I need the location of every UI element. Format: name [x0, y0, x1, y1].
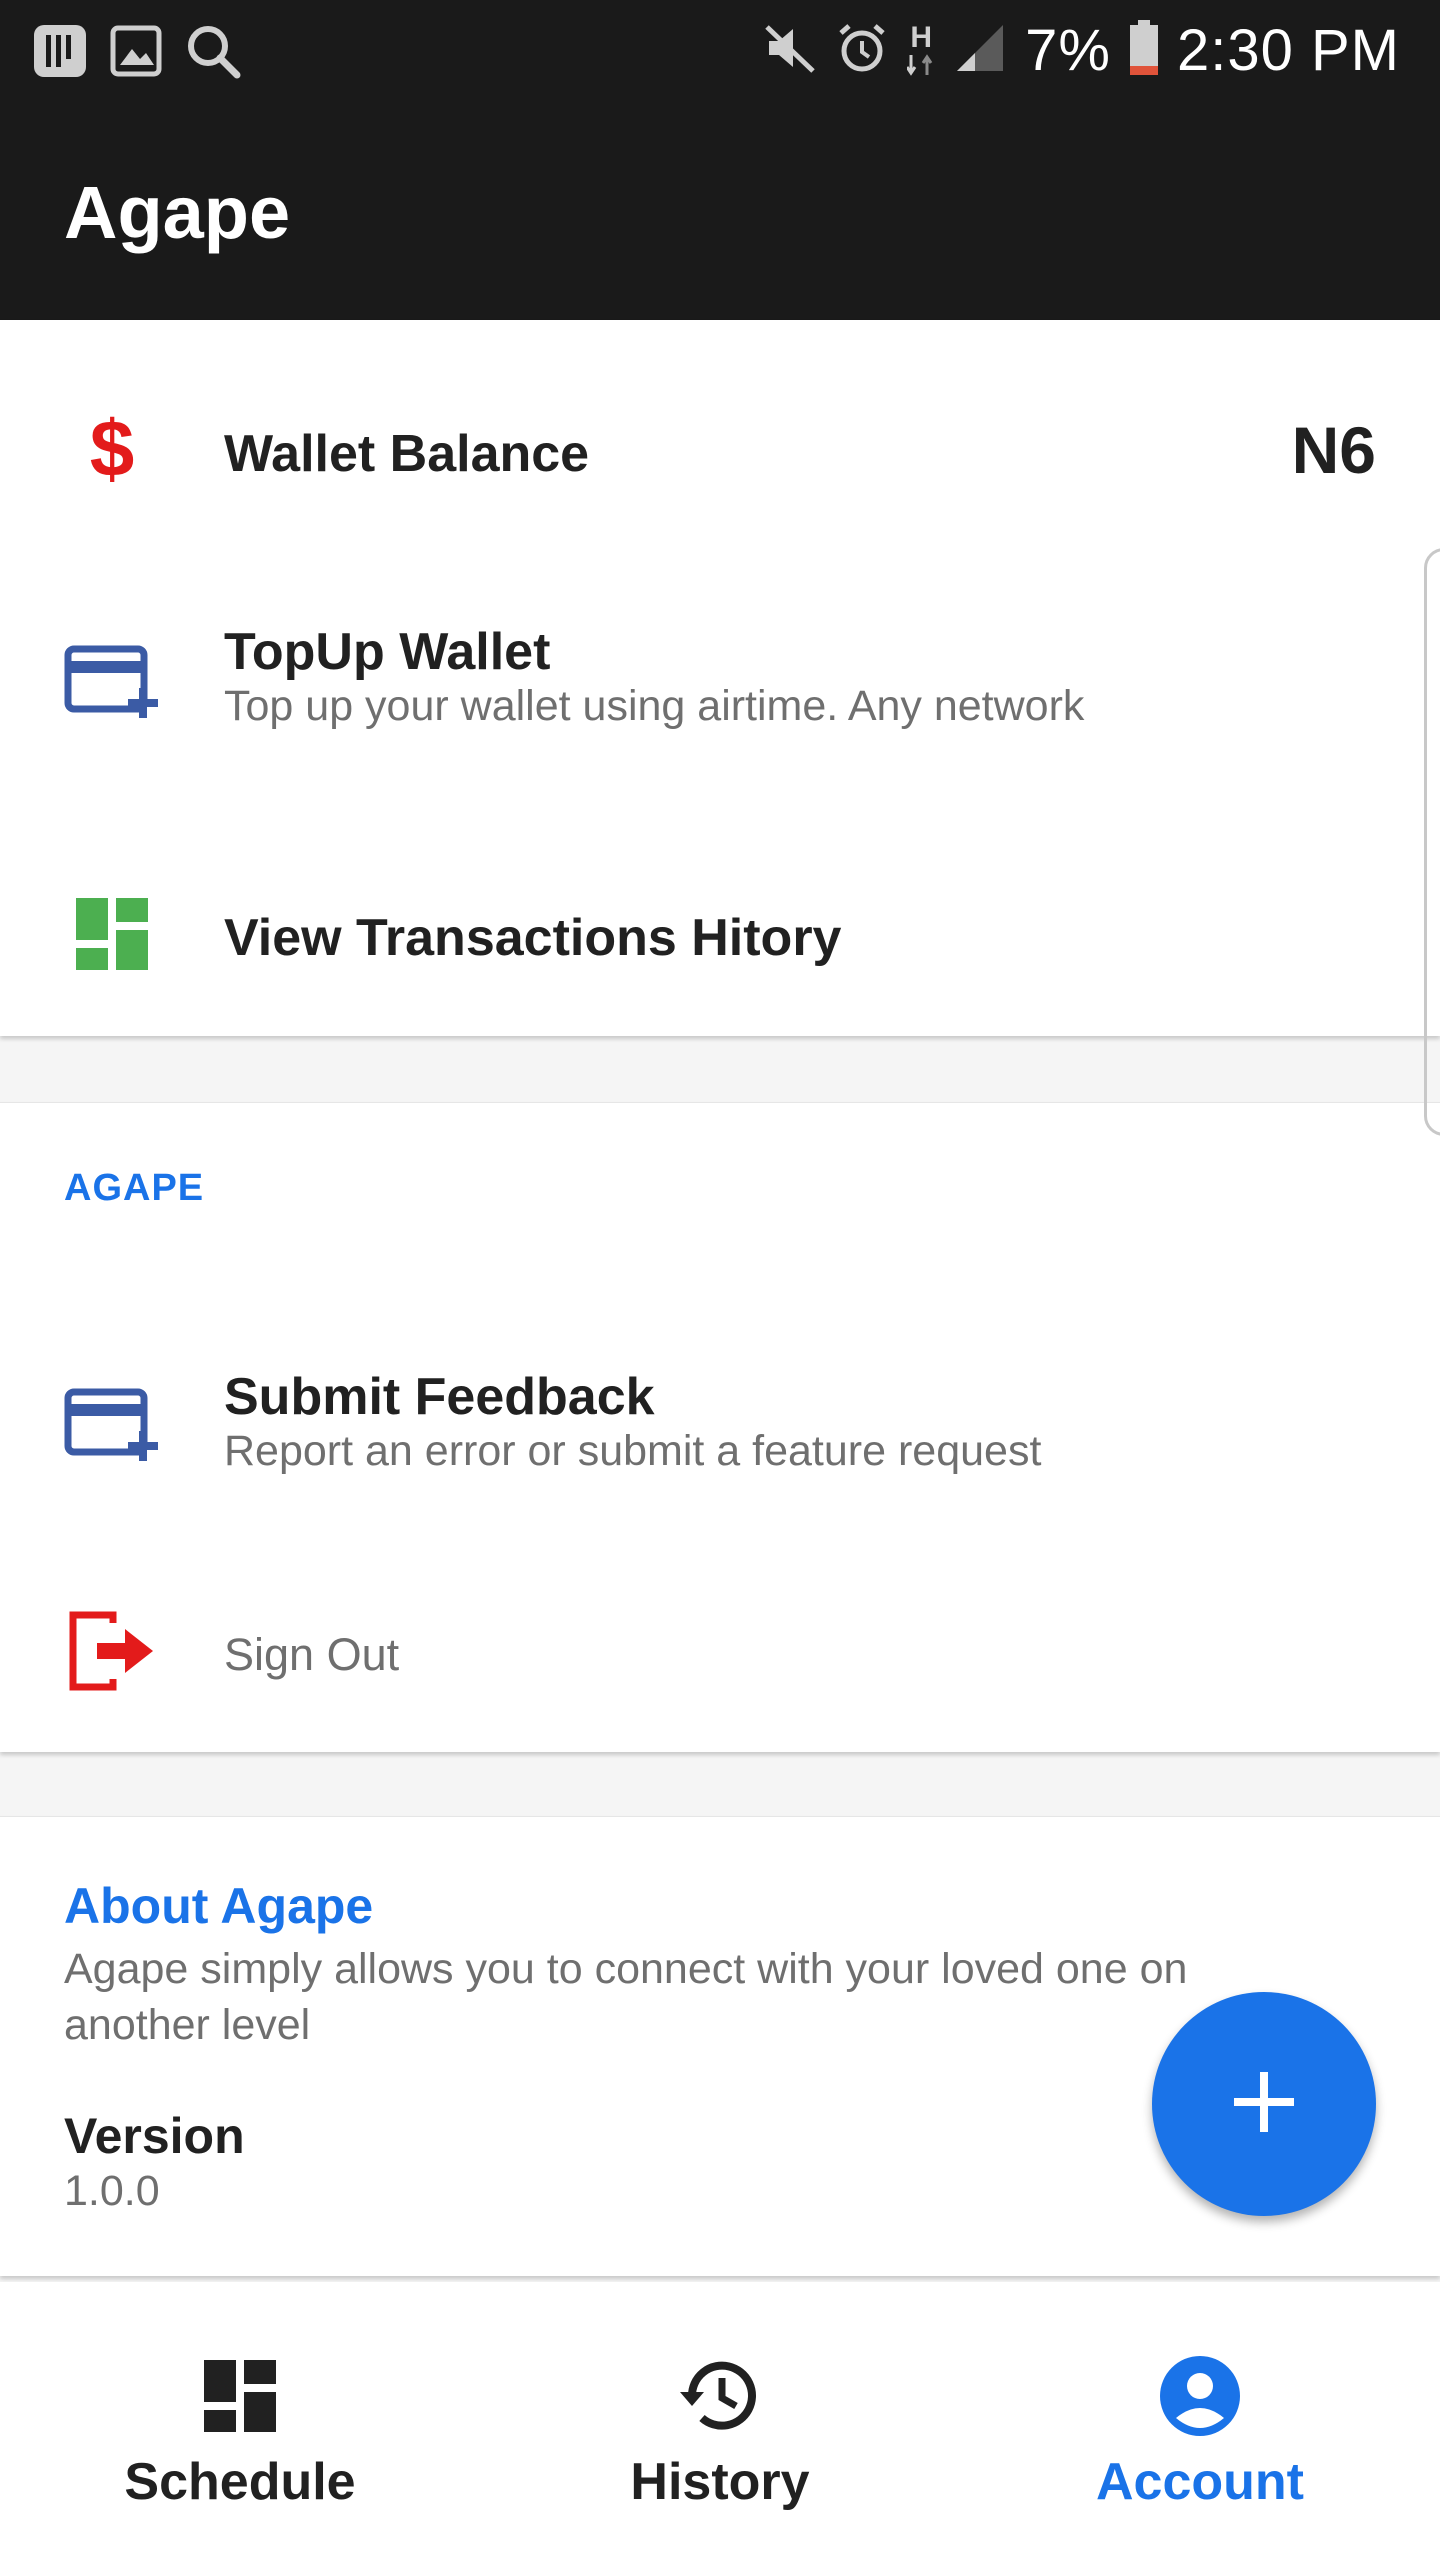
- wallet-balance-row: $ Wallet Balance N6: [0, 400, 1440, 496]
- sign-out-label: Sign Out: [224, 1629, 400, 1680]
- voicemail-app-icon: [32, 23, 88, 84]
- bottom-navigation: Schedule History Account: [0, 2282, 1440, 2560]
- alarm-icon: [835, 21, 889, 80]
- status-right-icons: H 7% 2:30 PM: [763, 16, 1400, 84]
- nav-item-history[interactable]: History: [480, 2282, 960, 2560]
- wallet-balance-value: N6: [1291, 413, 1376, 487]
- nav-item-schedule[interactable]: Schedule: [0, 2282, 480, 2560]
- nav-label-account: Account: [1096, 2453, 1304, 2511]
- wallet-card: $ Wallet Balance N6 TopUp Wallet Top up …: [0, 320, 1440, 1036]
- battery-percent: 7%: [1025, 17, 1111, 83]
- signal-icon: [953, 21, 1007, 80]
- wallet-balance-label: Wallet Balance: [224, 425, 590, 483]
- section-header: AGAPE: [64, 1167, 205, 1209]
- app-title: Agape: [64, 171, 291, 254]
- about-description: Agape simply allows you to connect with …: [64, 1945, 1188, 2049]
- submit-feedback-subtitle: Report an error or submit a feature requ…: [224, 1427, 1042, 1475]
- plus-icon: [1232, 2070, 1296, 2139]
- clock: 2:30 PM: [1177, 17, 1400, 83]
- about-title: About Agape: [64, 1878, 374, 1934]
- battery-icon: [1129, 19, 1159, 81]
- version-value: 1.0.0: [64, 2167, 160, 2215]
- dashboard-icon: [194, 2350, 286, 2442]
- view-transactions-title: View Transactions Hitory: [224, 909, 842, 967]
- nav-label-schedule: Schedule: [124, 2453, 356, 2511]
- topup-wallet-row[interactable]: TopUp Wallet Top up your wallet using ai…: [0, 610, 1440, 760]
- status-bar: H 7% 2:30 PM: [0, 0, 1440, 100]
- dollar-icon: $: [64, 400, 160, 496]
- network-type-label: H: [910, 21, 932, 54]
- edge-panel-handle[interactable]: [1424, 548, 1440, 1136]
- sign-out-icon: [64, 1603, 160, 1699]
- add-card-icon: [64, 638, 160, 734]
- search-icon: [184, 22, 242, 85]
- topup-wallet-title: TopUp Wallet: [224, 623, 551, 681]
- gallery-icon: [110, 25, 162, 82]
- mute-icon: [763, 21, 817, 80]
- status-left-icons: [32, 22, 242, 85]
- agape-section-card: AGAPE Submit Feedback Report an error or…: [0, 1102, 1440, 1752]
- history-icon: [674, 2350, 766, 2442]
- feedback-card-icon: [64, 1381, 160, 1477]
- sign-out-row[interactable]: Sign Out: [0, 1603, 1440, 1699]
- network-type-icon: H: [907, 23, 935, 77]
- dashboard-icon: [64, 886, 160, 982]
- version-label: Version: [64, 2108, 245, 2164]
- view-transactions-row[interactable]: View Transactions Hitory: [0, 886, 1440, 982]
- svg-text:$: $: [90, 410, 135, 486]
- submit-feedback-row[interactable]: Submit Feedback Report an error or submi…: [0, 1353, 1440, 1503]
- account-circle-icon: [1154, 2350, 1246, 2442]
- app-bar: Agape: [0, 100, 1440, 320]
- topup-wallet-subtitle: Top up your wallet using airtime. Any ne…: [224, 682, 1085, 730]
- add-fab-button[interactable]: [1152, 1992, 1376, 2216]
- nav-item-account[interactable]: Account: [960, 2282, 1440, 2560]
- nav-label-history: History: [630, 2453, 810, 2511]
- submit-feedback-title: Submit Feedback: [224, 1368, 655, 1426]
